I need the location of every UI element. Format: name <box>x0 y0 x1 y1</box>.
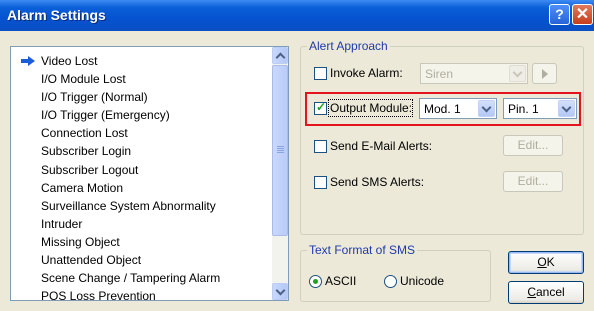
sms-alerts-label: Send SMS Alerts: <box>330 175 425 189</box>
list-item-label: Unattended Object <box>41 253 142 268</box>
sms-edit-button[interactable]: Edit... <box>503 171 563 192</box>
chevron-down-icon <box>558 100 575 117</box>
help-icon: ? <box>555 6 564 22</box>
grip-icon <box>277 146 284 154</box>
alert-approach-legend: Alert Approach <box>307 39 390 53</box>
scroll-thumb[interactable] <box>272 65 288 236</box>
list-item[interactable]: Subscriber Login <box>11 142 273 160</box>
list-item-label: Scene Change / Tampering Alarm <box>41 271 221 286</box>
email-edit-button[interactable]: Edit... <box>503 135 563 156</box>
ok-label: K <box>546 255 555 269</box>
list-item[interactable]: I/O Module Lost <box>11 70 273 88</box>
list-item[interactable]: I/O Trigger (Emergency) <box>11 106 273 124</box>
chevron-down-icon <box>509 65 526 82</box>
output-module-label: Output Module: <box>330 101 413 115</box>
cancel-mnemonic: C <box>527 285 536 299</box>
play-icon <box>542 69 548 79</box>
ok-mnemonic: O <box>537 255 547 269</box>
list-item[interactable]: Camera Motion <box>11 179 273 197</box>
list-item-label: Missing Object <box>41 234 120 249</box>
ascii-label: ASCII <box>325 274 357 288</box>
list-item[interactable]: I/O Trigger (Normal) <box>11 88 273 106</box>
play-sound-button[interactable] <box>532 63 557 84</box>
scroll-up-button[interactable] <box>272 47 288 64</box>
sms-alerts-checkbox[interactable] <box>314 176 327 189</box>
sms-format-legend: Text Format of SMS <box>307 243 418 257</box>
list-item-label: Video Lost <box>41 54 98 68</box>
email-alerts-label: Send E-Mail Alerts: <box>330 139 433 153</box>
ok-button[interactable]: OK <box>508 251 584 274</box>
list-item[interactable]: Intruder <box>11 215 273 233</box>
list-item[interactable]: Subscriber Logout <box>11 161 273 179</box>
chevron-down-icon <box>478 100 495 117</box>
alarm-sound-select[interactable]: Siren <box>420 63 528 84</box>
help-button[interactable]: ? <box>549 4 570 25</box>
invoke-alarm-label: Invoke Alarm: <box>330 66 403 80</box>
alarm-sound-value: Siren <box>425 67 454 81</box>
list-item[interactable]: Missing Object <box>11 233 273 251</box>
pin-value: Pin. 1 <box>508 102 539 116</box>
list-item-label: Camera Motion <box>41 180 124 195</box>
close-button[interactable]: ✕ <box>572 4 593 25</box>
list-scrollbar[interactable] <box>272 47 288 300</box>
list-item-label: Subscriber Login <box>41 144 132 159</box>
list-item-video-lost[interactable]: Video Lost <box>11 52 273 70</box>
list-item[interactable]: Surveillance System Abnormality <box>11 197 273 215</box>
list-item[interactable]: Connection Lost <box>11 124 273 142</box>
list-item-label: Subscriber Logout <box>41 162 139 177</box>
event-list[interactable]: Video Lost I/O Module Lost I/O Trigger (… <box>10 46 289 301</box>
list-item[interactable]: Scene Change / Tampering Alarm <box>11 269 273 287</box>
event-list-items: Video Lost I/O Module Lost I/O Trigger (… <box>11 52 273 301</box>
ascii-radio[interactable] <box>309 275 322 288</box>
list-item-label: I/O Trigger (Emergency) <box>41 108 170 123</box>
list-item-label: I/O Trigger (Normal) <box>41 90 148 105</box>
unicode-label: Unicode <box>400 274 445 288</box>
output-module-checkbox[interactable] <box>314 100 327 115</box>
list-item-label: Connection Lost <box>41 126 128 141</box>
invoke-alarm-checkbox[interactable] <box>314 67 327 80</box>
window-title: Alarm Settings <box>7 7 106 23</box>
cancel-button[interactable]: Cancel <box>508 281 584 304</box>
module-select[interactable]: Mod. 1 <box>419 98 497 119</box>
list-item-label: Surveillance System Abnormality <box>41 198 216 213</box>
pin-select[interactable]: Pin. 1 <box>503 98 577 119</box>
list-item-label: POS Loss Prevention <box>41 289 156 301</box>
email-alerts-checkbox[interactable] <box>314 140 327 153</box>
cancel-label: ancel <box>535 285 565 299</box>
list-item[interactable]: POS Loss Prevention <box>11 287 273 301</box>
scroll-down-button[interactable] <box>272 283 288 300</box>
list-item-label: I/O Module Lost <box>41 72 126 87</box>
title-bar: Alarm Settings ? ✕ <box>0 0 594 31</box>
close-icon: ✕ <box>575 6 590 23</box>
module-value: Mod. 1 <box>424 102 461 116</box>
list-item-label: Intruder <box>41 216 83 231</box>
list-item[interactable]: Unattended Object <box>11 251 273 269</box>
unicode-radio[interactable] <box>384 275 397 288</box>
